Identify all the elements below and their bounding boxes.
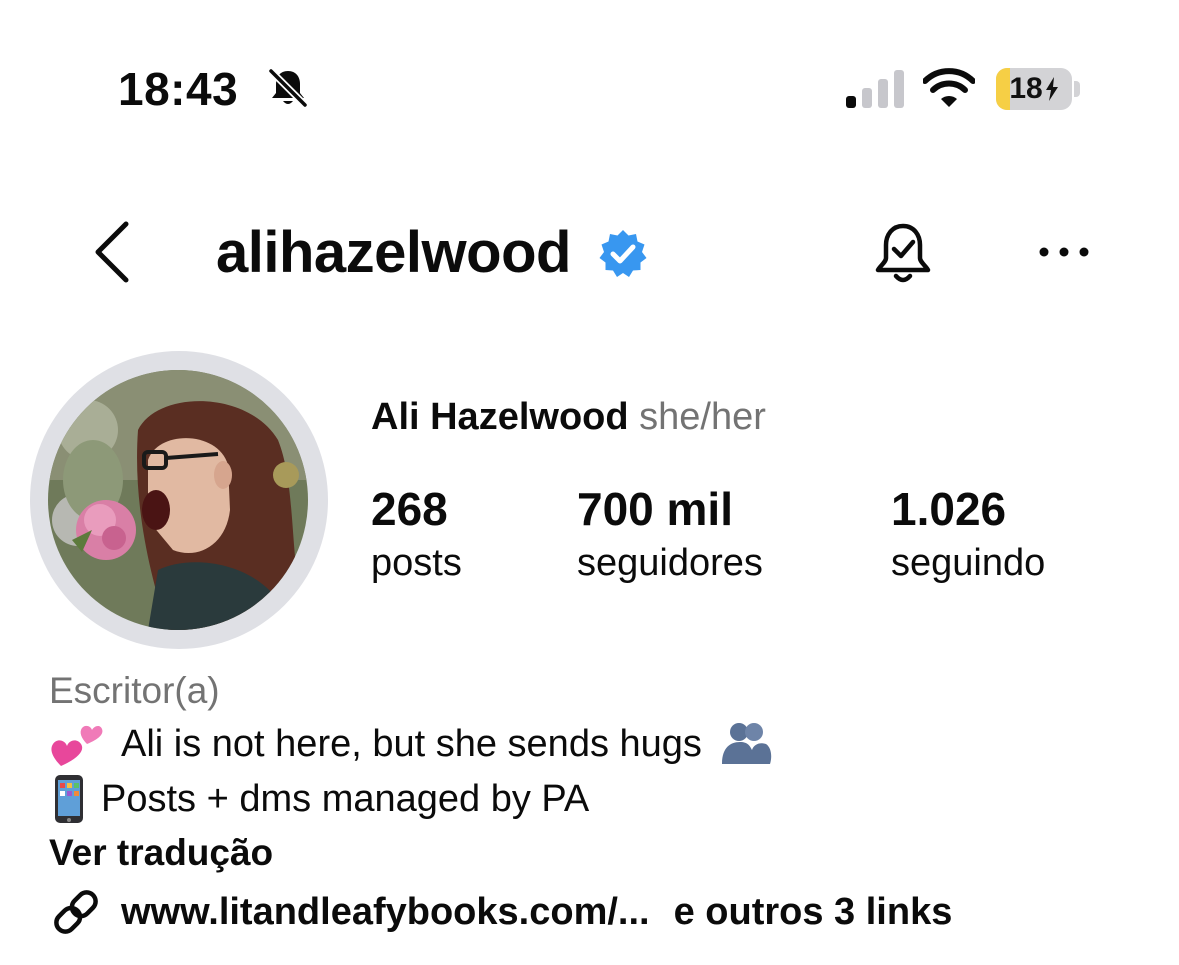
- wifi-icon: [923, 68, 975, 107]
- bio-line: Posts + dms managed by PA: [49, 774, 589, 824]
- profile-username: alihazelwood: [216, 220, 571, 285]
- bio-line: Ali is not here, but she sends hugs: [49, 720, 774, 768]
- chevron-left-icon[interactable]: [90, 218, 136, 286]
- bio-links-row[interactable]: www.litandleafybooks.com/... e outros 3 …: [49, 886, 952, 938]
- battery-charging-icon: 18: [996, 68, 1082, 110]
- bio-link-url[interactable]: www.litandleafybooks.com/...: [121, 891, 650, 934]
- following-count[interactable]: 1.026: [891, 482, 1006, 536]
- battery-percentage: 18: [1009, 72, 1043, 105]
- two-hearts-emoji: [51, 725, 103, 766]
- more-horizontal-icon[interactable]: [1036, 240, 1092, 264]
- people-hugging-emoji: [721, 723, 772, 764]
- mobile-phone-emoji: [55, 775, 83, 823]
- pronouns: she/her: [639, 396, 766, 438]
- profile-category: Escritor(a): [49, 670, 220, 711]
- posts-label[interactable]: posts: [371, 540, 462, 586]
- profile-full-name: Ali Hazelwood she/her: [371, 394, 766, 440]
- more-links-button[interactable]: e outros 3 links: [674, 891, 953, 934]
- followers-label[interactable]: seguidores: [577, 540, 763, 586]
- link-icon: [54, 890, 98, 934]
- cellular-signal-icon: [846, 70, 904, 108]
- following-label[interactable]: seguindo: [891, 540, 1045, 586]
- full-name-text: Ali Hazelwood: [371, 396, 629, 438]
- followers-count[interactable]: 700 mil: [577, 482, 733, 536]
- status-time: 18:43: [118, 63, 239, 115]
- bio-line-text: Ali is not here, but she sends hugs: [121, 723, 702, 765]
- see-translation-link[interactable]: Ver tradução: [49, 830, 273, 876]
- bell-check-icon[interactable]: [868, 220, 938, 290]
- bio-line-text: Posts + dms managed by PA: [101, 778, 590, 820]
- verified-badge-icon: [599, 230, 647, 277]
- charging-bolt-icon: [1045, 77, 1058, 101]
- avatar[interactable]: [48, 370, 308, 630]
- bell-slash-icon: [267, 67, 309, 109]
- posts-count[interactable]: 268: [371, 482, 448, 536]
